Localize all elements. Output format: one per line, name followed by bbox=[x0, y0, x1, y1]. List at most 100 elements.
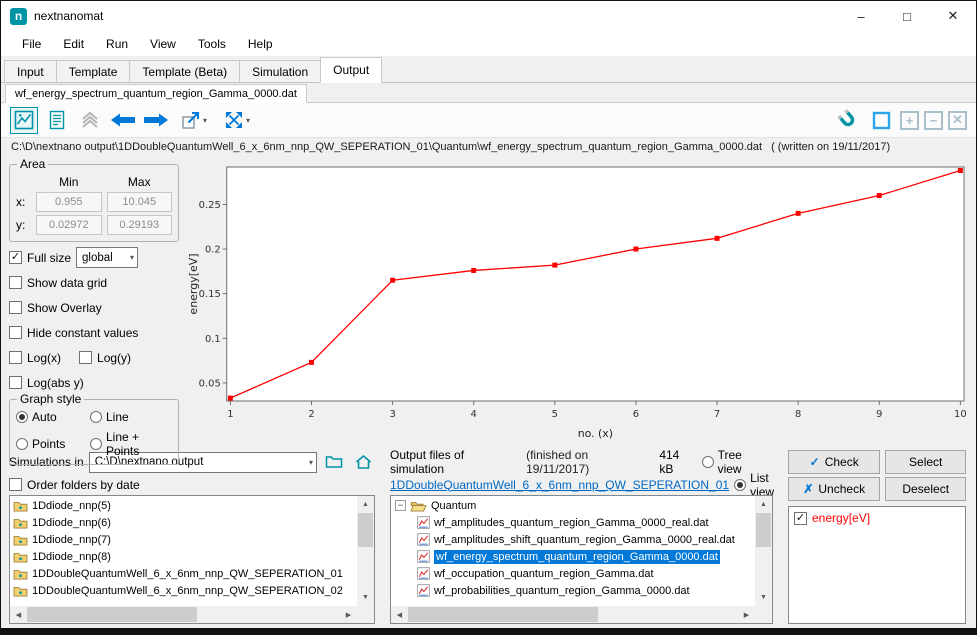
tab-output[interactable]: Output bbox=[320, 57, 382, 83]
tab-template[interactable]: Template bbox=[56, 60, 131, 82]
previous-file-button[interactable] bbox=[109, 107, 137, 134]
simulation-link[interactable]: 1DDoubleQuantumWell_6_x_6nm_nnp_QW_SEPER… bbox=[390, 478, 729, 492]
scroll-down-icon[interactable]: ▼ bbox=[755, 589, 772, 606]
horizontal-scrollbar[interactable]: ◀ ▶ bbox=[10, 606, 357, 623]
fit-caret-icon[interactable]: ▾ bbox=[246, 116, 250, 125]
output-file-item[interactable]: wf_amplitudes_quantum_region_Gamma_0000_… bbox=[391, 514, 755, 531]
chart-panel: 123456789100.050.10.150.20.25no. (x)ener… bbox=[185, 157, 970, 445]
browse-folder-button[interactable] bbox=[322, 451, 346, 473]
document-tab[interactable]: wf_energy_spectrum_quantum_region_Gamma_… bbox=[5, 84, 307, 103]
x-min-input[interactable] bbox=[36, 192, 102, 212]
fit-view-button[interactable]: ▾ bbox=[218, 107, 256, 134]
show-overlay-checkbox[interactable] bbox=[9, 301, 22, 314]
snap-magnet-button[interactable] bbox=[834, 107, 862, 134]
output-file-item[interactable]: wf_occupation_quantum_region_Gamma.dat bbox=[391, 565, 755, 582]
full-size-checkbox[interactable]: ✓ bbox=[9, 251, 22, 264]
style-line-radio[interactable] bbox=[90, 411, 102, 423]
scroll-up-icon[interactable]: ▲ bbox=[357, 496, 374, 513]
log-y-checkbox[interactable] bbox=[79, 351, 92, 364]
menu-help[interactable]: Help bbox=[237, 37, 284, 51]
app-logo-icon: n bbox=[10, 8, 27, 25]
menu-run[interactable]: Run bbox=[95, 37, 139, 51]
check-icon: ✓ bbox=[796, 513, 805, 524]
simulation-folder-item[interactable]: 1DDoubleQuantumWell_6_x_6nm_nnp_QW_SEPER… bbox=[10, 565, 357, 582]
scroll-up-icon[interactable]: ▲ bbox=[755, 496, 772, 513]
style-line-points-label: Line + Points bbox=[106, 430, 172, 458]
export-caret-icon[interactable]: ▾ bbox=[203, 116, 207, 125]
area-group-label: Area bbox=[17, 157, 48, 171]
style-points-radio[interactable] bbox=[16, 438, 28, 450]
zoom-in-button[interactable]: + bbox=[900, 111, 919, 130]
show-data-grid-checkbox[interactable] bbox=[9, 276, 22, 289]
output-file-item[interactable]: wf_probabilities_quantum_region_Gamma_00… bbox=[391, 582, 755, 599]
scroll-left-icon[interactable]: ◀ bbox=[391, 606, 408, 623]
simulation-folder-item[interactable]: 1DDoubleQuantumWell_6_x_6nm_nnp_QW_SEPER… bbox=[10, 582, 357, 599]
y-row-label: y: bbox=[16, 218, 31, 232]
overlay-view-button[interactable] bbox=[76, 107, 104, 134]
tree-view-radio[interactable] bbox=[702, 456, 714, 468]
reset-zoom-button[interactable]: ✕ bbox=[948, 111, 967, 130]
style-auto-radio[interactable] bbox=[16, 411, 28, 423]
home-button[interactable] bbox=[351, 451, 375, 473]
simulation-folder-list[interactable]: 1Ddiode_nnp(5)1Ddiode_nnp(6)1Ddiode_nnp(… bbox=[9, 495, 375, 624]
export-button[interactable]: ▾ bbox=[175, 107, 213, 134]
output-file-tree[interactable]: −Quantumwf_amplitudes_quantum_region_Gam… bbox=[390, 495, 773, 624]
svg-text:1: 1 bbox=[227, 409, 233, 420]
tree-collapse-icon[interactable]: − bbox=[395, 500, 406, 511]
simulation-folder-item[interactable]: 1Ddiode_nnp(7) bbox=[10, 531, 357, 548]
uncheck-button[interactable]: ✗ Uncheck bbox=[788, 477, 880, 501]
svg-text:0.05: 0.05 bbox=[199, 378, 221, 389]
maximize-button[interactable]: □ bbox=[884, 1, 930, 31]
finished-note: (finished on 19/11/2017) bbox=[526, 448, 654, 476]
horizontal-scrollbar[interactable]: ◀ ▶ bbox=[391, 606, 755, 623]
menu-edit[interactable]: Edit bbox=[52, 37, 95, 51]
tab-simulation[interactable]: Simulation bbox=[239, 60, 321, 82]
svg-text:5: 5 bbox=[552, 409, 558, 420]
log-abs-y-checkbox[interactable] bbox=[9, 376, 22, 389]
zoom-select-button[interactable] bbox=[867, 107, 895, 134]
minimize-button[interactable]: – bbox=[838, 1, 884, 31]
series-checkbox[interactable]: ✓ bbox=[794, 512, 807, 525]
tree-folder-row[interactable]: −Quantum bbox=[391, 497, 755, 514]
select-button[interactable]: Select bbox=[885, 450, 966, 474]
y-min-input[interactable] bbox=[36, 215, 102, 235]
hide-constant-values-checkbox[interactable] bbox=[9, 326, 22, 339]
series-item[interactable]: ✓ energy[eV] bbox=[794, 511, 960, 525]
full-size-scope-select[interactable]: global ▾ bbox=[76, 247, 138, 268]
app-window: n nextnanomat – □ ✕ File Edit Run View T… bbox=[0, 0, 977, 635]
x-max-input[interactable] bbox=[107, 192, 173, 212]
chart-view-button[interactable] bbox=[10, 107, 38, 134]
menu-file[interactable]: File bbox=[11, 37, 52, 51]
y-max-input[interactable] bbox=[107, 215, 173, 235]
scroll-left-icon[interactable]: ◀ bbox=[10, 606, 27, 623]
text-view-button[interactable] bbox=[43, 107, 71, 134]
arrow-right-icon bbox=[143, 112, 169, 128]
scroll-right-icon[interactable]: ▶ bbox=[340, 606, 357, 623]
vertical-scrollbar[interactable]: ▲ ▼ bbox=[357, 496, 374, 606]
simulation-folder-item[interactable]: 1Ddiode_nnp(8) bbox=[10, 548, 357, 565]
menu-view[interactable]: View bbox=[139, 37, 187, 51]
order-folders-by-date-checkbox[interactable] bbox=[9, 478, 22, 491]
scroll-down-icon[interactable]: ▼ bbox=[357, 589, 374, 606]
tab-input[interactable]: Input bbox=[4, 60, 57, 82]
deselect-button[interactable]: Deselect bbox=[885, 477, 966, 501]
list-view-radio[interactable] bbox=[734, 479, 746, 491]
check-button[interactable]: ✓ Check bbox=[788, 450, 880, 474]
style-line-points-radio[interactable] bbox=[90, 438, 102, 450]
menu-tools[interactable]: Tools bbox=[187, 37, 237, 51]
zoom-out-button[interactable]: − bbox=[924, 111, 943, 130]
simulation-folder-item[interactable]: 1Ddiode_nnp(6) bbox=[10, 514, 357, 531]
min-column-header: Min bbox=[36, 175, 102, 189]
next-file-button[interactable] bbox=[142, 107, 170, 134]
simulation-folder-item[interactable]: 1Ddiode_nnp(5) bbox=[10, 497, 357, 514]
cross-icon: ✗ bbox=[803, 482, 813, 496]
close-button[interactable]: ✕ bbox=[930, 1, 976, 31]
output-file-item[interactable]: wf_energy_spectrum_quantum_region_Gamma_… bbox=[391, 548, 755, 565]
log-x-checkbox[interactable] bbox=[9, 351, 22, 364]
vertical-scrollbar[interactable]: ▲ ▼ bbox=[755, 496, 772, 606]
scroll-right-icon[interactable]: ▶ bbox=[738, 606, 755, 623]
svg-text:8: 8 bbox=[795, 409, 801, 420]
tab-template-beta[interactable]: Template (Beta) bbox=[129, 60, 240, 82]
energy-chart[interactable]: 123456789100.050.10.150.20.25no. (x)ener… bbox=[185, 157, 970, 445]
output-file-item[interactable]: wf_amplitudes_shift_quantum_region_Gamma… bbox=[391, 531, 755, 548]
